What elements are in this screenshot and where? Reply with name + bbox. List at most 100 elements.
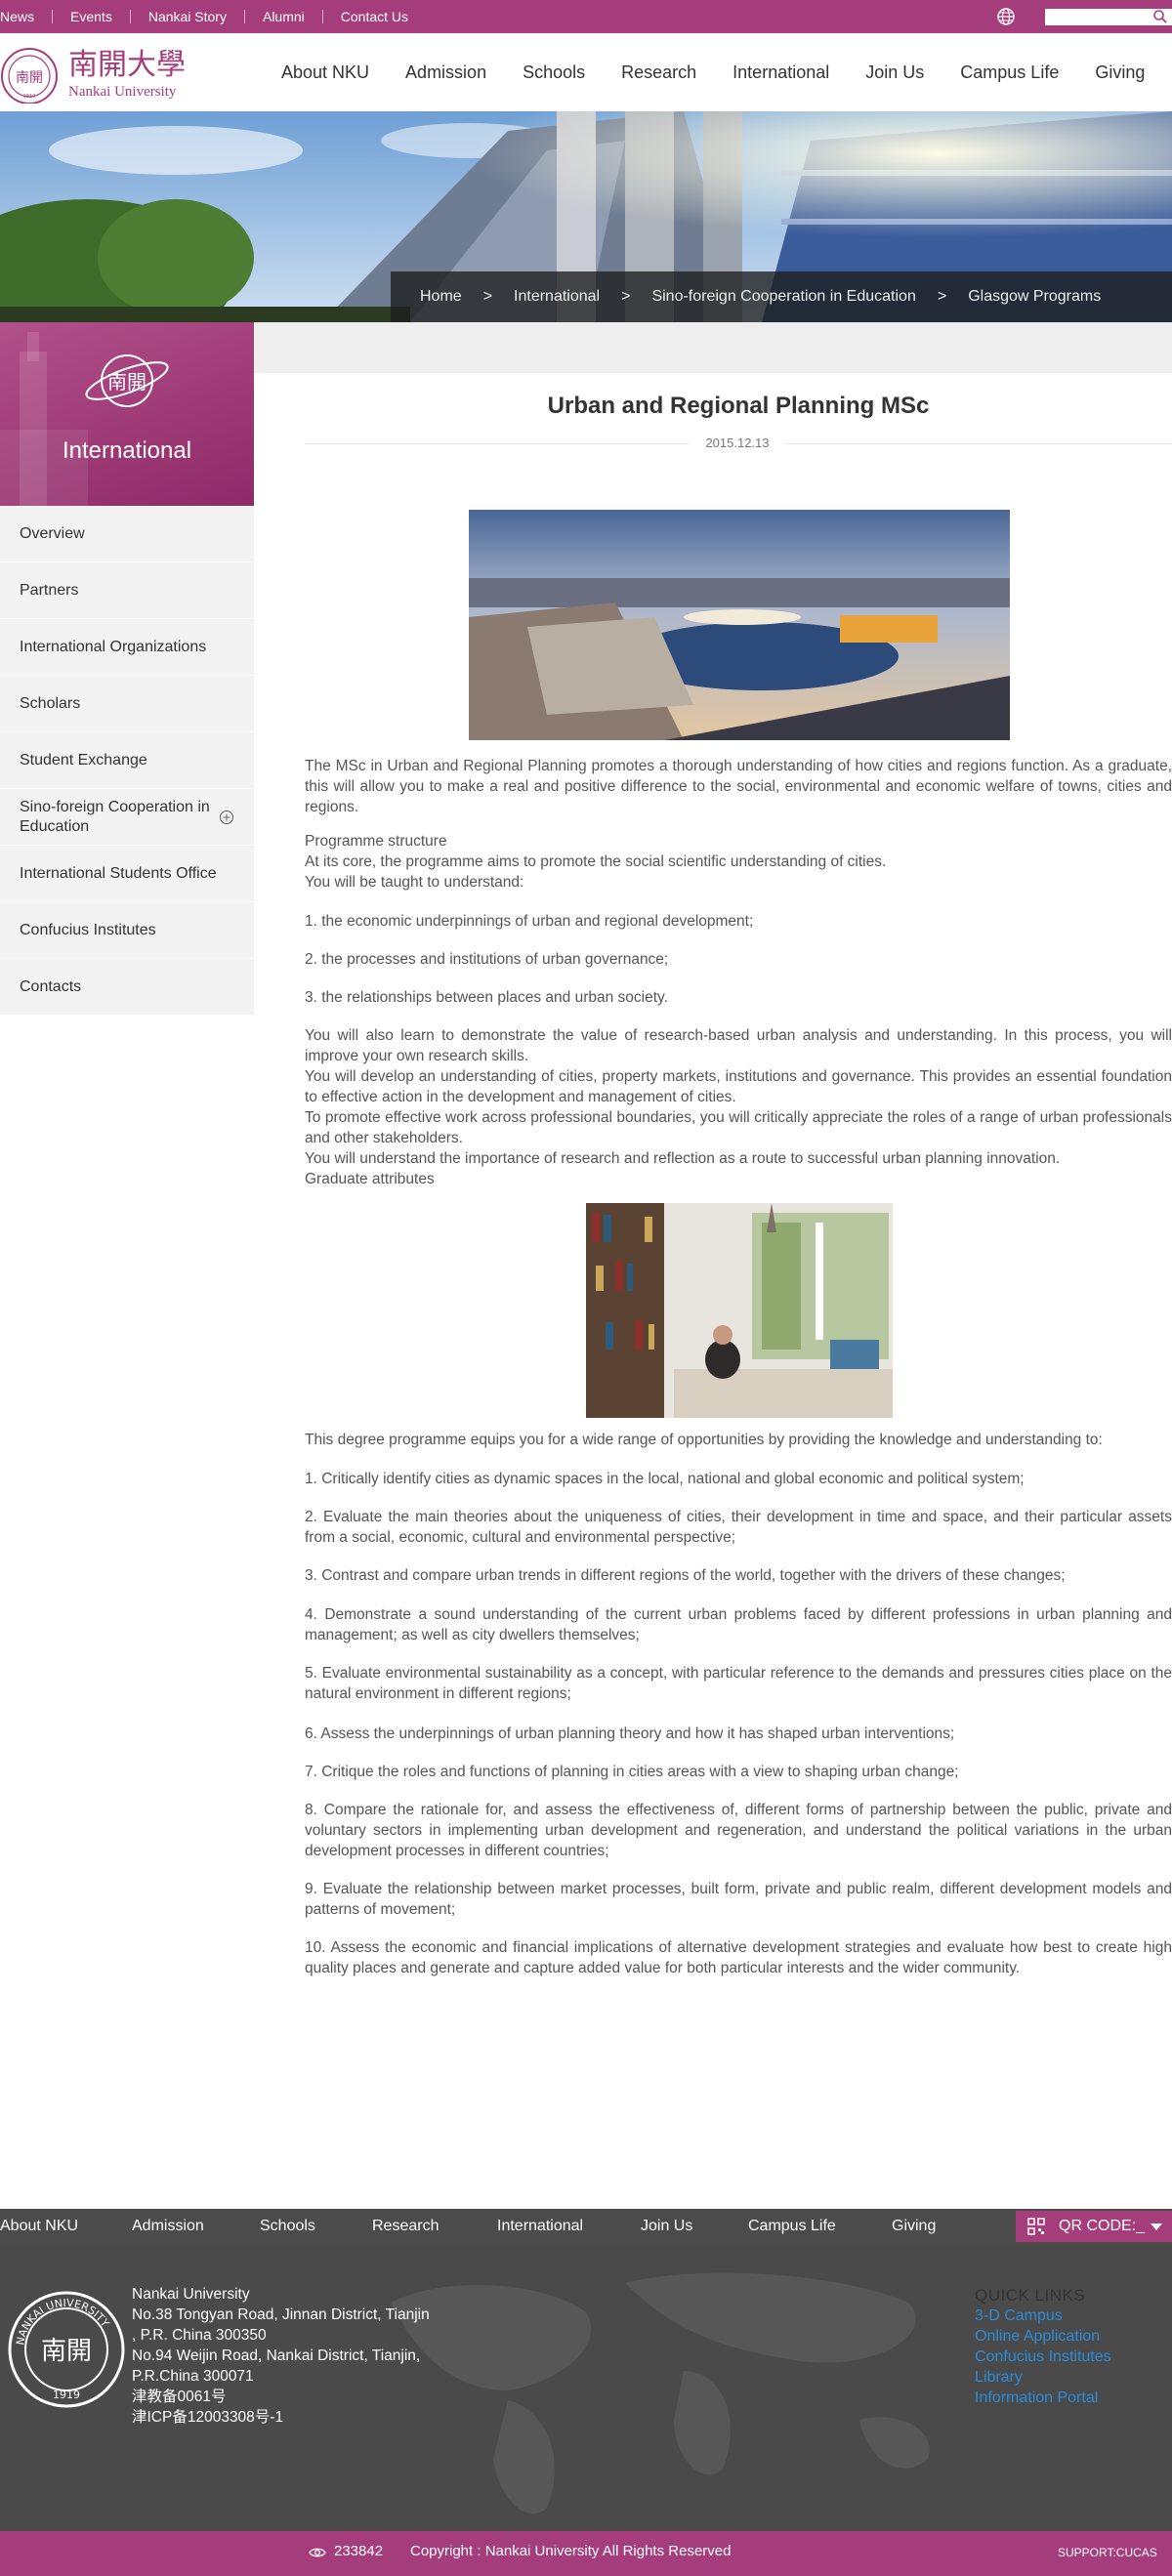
support-credit[interactable]: SUPPORT:CUCAS	[1058, 2546, 1157, 2559]
quick-link-online-application[interactable]: Online Application	[975, 2326, 1111, 2347]
footer-nav-admission[interactable]: Admission	[132, 2218, 204, 2235]
outcome-item: 9. Evaluate the relationship between mar…	[305, 1881, 1172, 1918]
globe-icon[interactable]	[996, 7, 1016, 26]
footer-nav-giving[interactable]: Giving	[892, 2218, 936, 2235]
top-link-contact-us[interactable]: Contact Us	[323, 10, 426, 23]
nav-research[interactable]: Research	[621, 62, 696, 83]
nav-schools[interactable]: Schools	[523, 62, 585, 83]
sidebar-item-international-organizations[interactable]: International Organizations	[0, 619, 254, 676]
address-line: No.38 Tongyan Road, Jinnan District, Tia…	[132, 2306, 430, 2323]
outcome-item: 1. Critically identify cities as dynamic…	[305, 1471, 1025, 1487]
sidebar-item-label: International Organizations	[20, 638, 207, 655]
sidebar-item-scholars[interactable]: Scholars	[0, 676, 254, 732]
quick-link-confucius-institutes[interactable]: Confucius Institutes	[975, 2347, 1111, 2367]
address-line: , P.R. China 300350	[132, 2327, 267, 2344]
outcome-item: 8. Compare the rationale for, and assess…	[305, 1802, 1172, 1859]
nav-about-nku[interactable]: About NKU	[281, 62, 369, 83]
study-room-photo	[586, 1203, 893, 1418]
outcome-item: 2. Evaluate the main theories about the …	[305, 1509, 1172, 1546]
outcome-item: 6. Assess the underpinnings of urban pla…	[305, 1725, 955, 1742]
main-nav: About NKU Admission Schools Research Int…	[281, 33, 1172, 111]
sidebar-item-label: International Students Office	[20, 864, 217, 882]
outcome-item: 4. Demonstrate a sound understanding of …	[305, 1606, 1172, 1643]
sidebar-item-label: Confucius Institutes	[20, 921, 156, 938]
intro-paragraph: The MSc in Urban and Regional Planning p…	[305, 758, 1172, 815]
structure-taught: You will be taught to understand:	[305, 874, 524, 891]
taught-item: 3. the relationships between places and …	[305, 989, 668, 1006]
sidebar-item-confucius-institutes[interactable]: Confucius Institutes	[0, 902, 254, 959]
content-top-strip	[254, 322, 1172, 373]
equips-paragraph: This degree programme equips you for a w…	[305, 1432, 1103, 1448]
outcome-item: 7. Critique the roles and functions of p…	[305, 1764, 959, 1780]
footer-nav-about-nku[interactable]: About NKU	[0, 2218, 78, 2235]
quick-link-information-portal[interactable]: Information Portal	[975, 2388, 1111, 2408]
breadcrumb-home[interactable]: Home	[420, 288, 462, 306]
footer-nav-join-us[interactable]: Join Us	[641, 2218, 692, 2235]
breadcrumb-separator: >	[937, 288, 947, 305]
quick-link-library[interactable]: Library	[975, 2367, 1111, 2388]
graduate-attributes-heading: Graduate attributes	[305, 1171, 435, 1187]
svg-text:南開: 南開	[41, 2337, 92, 2366]
sidebar-item-overview[interactable]: Overview	[0, 506, 254, 562]
footer-nav-research[interactable]: Research	[372, 2218, 439, 2235]
qr-code-label: QR CODE:_	[1059, 2218, 1146, 2234]
article-title: Urban and Regional Planning MSc	[547, 393, 930, 419]
top-link-alumni[interactable]: Alumni	[245, 10, 323, 23]
sidebar-title: International	[62, 437, 192, 464]
cities-paragraph: You will develop an understanding of cit…	[305, 1068, 1172, 1105]
sidebar-item-international-students-office[interactable]: International Students Office	[0, 846, 254, 902]
qr-code-button[interactable]: QR CODE:_	[1016, 2211, 1172, 2242]
footer-nav-campus-life[interactable]: Campus Life	[748, 2218, 836, 2235]
outcome-item: 10. Assess the economic and financial im…	[305, 1939, 1172, 1976]
breadcrumb: Home > International > Sino-foreign Coop…	[391, 271, 1172, 322]
nankai-emblem-icon: 南開	[85, 354, 169, 407]
sidebar-item-student-exchange[interactable]: Student Exchange	[0, 732, 254, 789]
taught-item: 2. the processes and institutions of urb…	[305, 951, 669, 968]
quick-links: QUICK LINKS 3-D Campus Online Applicatio…	[975, 2285, 1111, 2408]
logo-english-name: Nankai University	[68, 84, 177, 100]
sidebar-item-partners[interactable]: Partners	[0, 562, 254, 619]
city-aerial-photo	[469, 510, 1010, 740]
nav-campus-life[interactable]: Campus Life	[960, 62, 1059, 83]
address-line: No.94 Weijin Road, Nankai District, Tian…	[132, 2347, 421, 2364]
nav-admission[interactable]: Admission	[405, 62, 486, 83]
top-link-events[interactable]: Events	[53, 10, 131, 23]
quick-link-3d-campus[interactable]: 3-D Campus	[975, 2306, 1111, 2326]
breadcrumb-sino-foreign[interactable]: Sino-foreign Cooperation in Education	[651, 288, 915, 306]
address-line: 津ICP备12003308号-1	[132, 2409, 284, 2426]
address-line: 津教备0061号	[132, 2389, 227, 2405]
top-bar: News Events Nankai Story Alumni Contact …	[0, 0, 1172, 33]
qr-code-icon	[1027, 2218, 1045, 2235]
nav-join-us[interactable]: Join Us	[865, 62, 924, 83]
nav-giving[interactable]: Giving	[1095, 62, 1145, 83]
outcome-item: 3. Contrast and compare urban trends in …	[305, 1567, 1066, 1584]
top-link-nankai-story[interactable]: Nankai Story	[131, 10, 245, 23]
sidebar-item-label: Partners	[20, 581, 79, 599]
address-line: Nankai University	[132, 2286, 250, 2303]
sidebar-item-sino-foreign-cooperation[interactable]: Sino-foreign Cooperation in Education	[0, 789, 254, 846]
nav-international[interactable]: International	[732, 62, 829, 83]
sidebar-item-label: Contacts	[20, 977, 82, 995]
sidebar-item-label: Overview	[20, 524, 85, 542]
footer-nav-international[interactable]: International	[497, 2218, 583, 2235]
sidebar-item-label: Sino-foreign Cooperation in Education	[20, 798, 210, 835]
footer-nav-schools[interactable]: Schools	[260, 2218, 315, 2235]
footer-address: Nankai University No.38 Tongyan Road, Ji…	[132, 2284, 454, 2428]
top-link-news[interactable]: News	[0, 10, 54, 23]
expand-plus-icon[interactable]	[219, 810, 234, 825]
nankai-university-seal: NANKAI UNIVERSITY 南開 1919	[8, 2291, 125, 2408]
svg-text:1919: 1919	[53, 2389, 80, 2401]
breadcrumb-glasgow-programs[interactable]: Glasgow Programs	[968, 288, 1101, 306]
sidebar-item-label: Student Exchange	[20, 751, 147, 769]
structure-core: At its core, the programme aims to promo…	[305, 853, 887, 870]
svg-text:南開: 南開	[16, 70, 43, 86]
svg-text:南開: 南開	[107, 370, 146, 394]
sidebar-item-contacts[interactable]: Contacts	[0, 959, 254, 1016]
breadcrumb-international[interactable]: International	[514, 288, 600, 306]
innovation-paragraph: You will understand the importance of re…	[305, 1150, 1061, 1167]
sidebar-header-art: 南開	[0, 332, 169, 506]
breadcrumb-separator: >	[621, 288, 631, 305]
taught-item: 1. the economic underpinnings of urban a…	[305, 913, 754, 930]
search-icon[interactable]	[1152, 9, 1168, 24]
logo-cn-text: 南開大學	[68, 48, 186, 82]
